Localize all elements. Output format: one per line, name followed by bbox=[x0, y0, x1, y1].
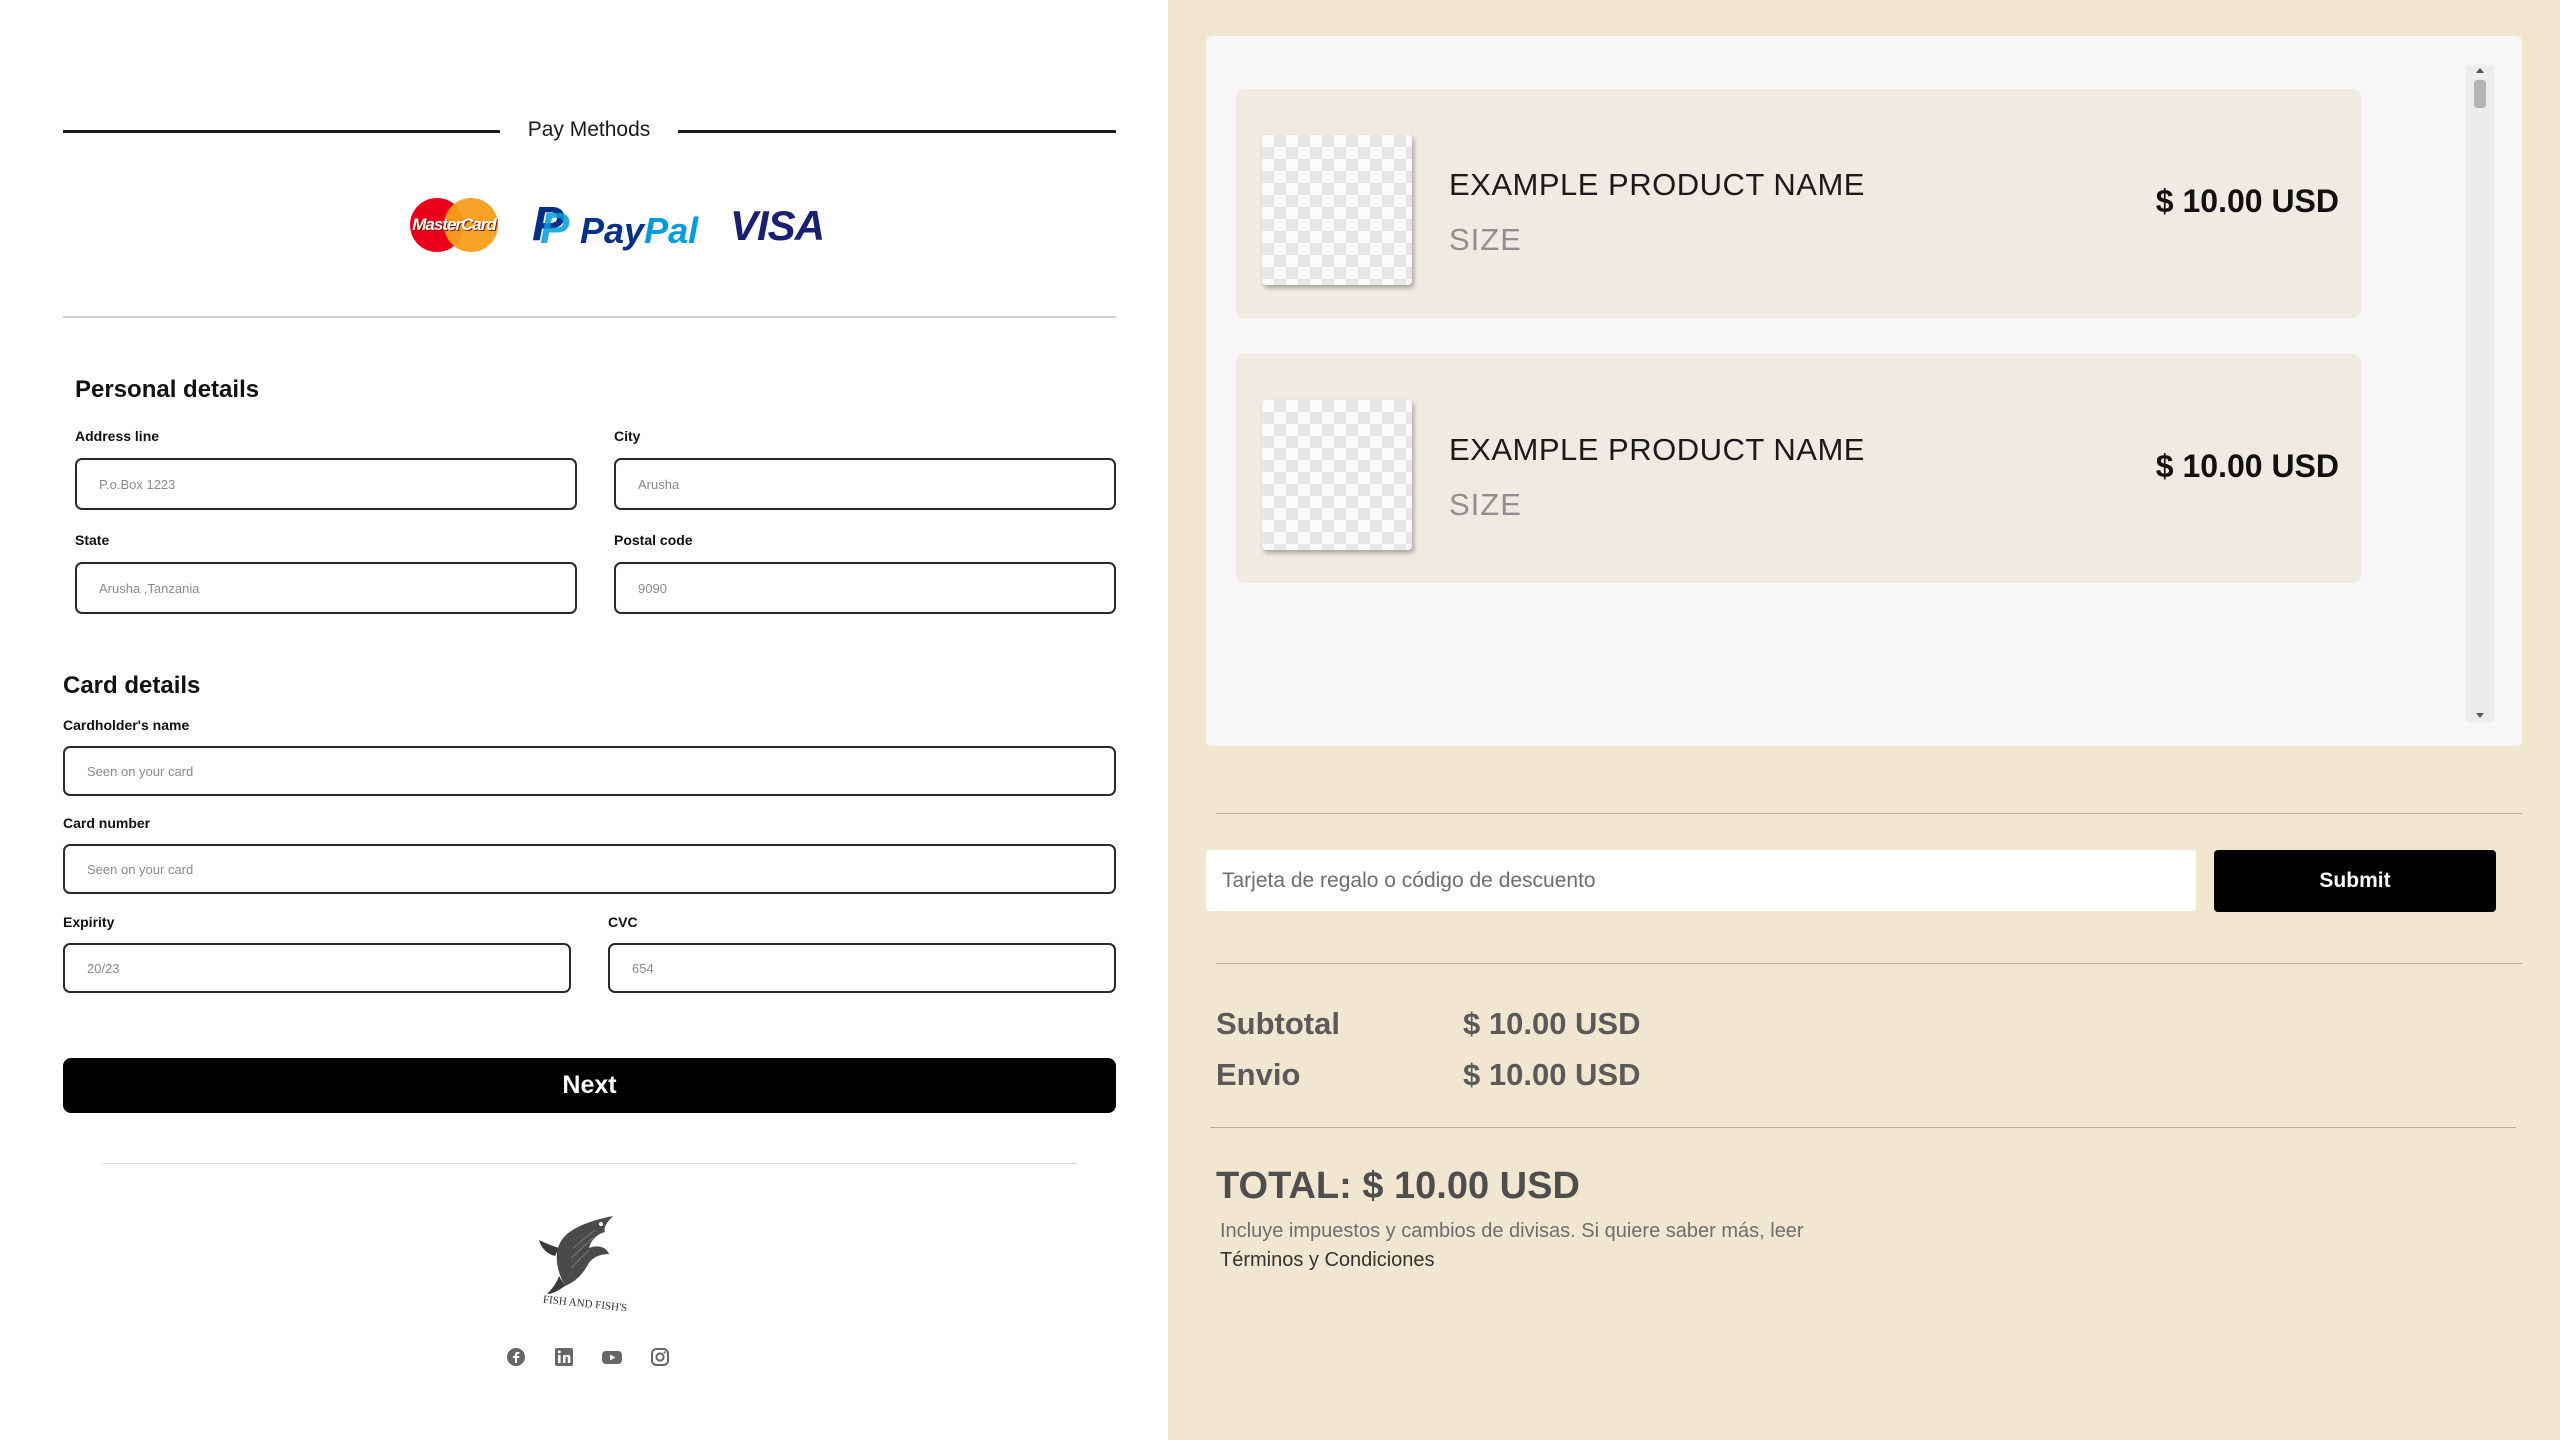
brand-logo[interactable]: FISH AND FISH'S bbox=[535, 1208, 635, 1318]
product-price: $ 10.00 USD bbox=[2155, 448, 2339, 484]
divider bbox=[63, 130, 500, 133]
cvc-field[interactable] bbox=[608, 943, 1116, 993]
card-number-input[interactable] bbox=[87, 861, 1114, 877]
fish-icon bbox=[539, 1216, 613, 1294]
payment-logos: MasterCard PP PayPal VISA bbox=[0, 196, 1168, 256]
card-number-label: Card number bbox=[63, 815, 151, 831]
youtube-icon[interactable] bbox=[601, 1346, 623, 1368]
product-name: EXAMPLE PRODUCT NAME bbox=[1449, 167, 1865, 202]
paypal-logo[interactable]: PP PayPal bbox=[532, 200, 702, 254]
divider bbox=[63, 316, 1116, 318]
state-field[interactable] bbox=[75, 562, 577, 614]
checkout-form-panel: Pay Methods MasterCard PP PayPal VISA Pe… bbox=[0, 0, 1168, 1440]
divider bbox=[1210, 1127, 2516, 1128]
visa-logo[interactable]: VISA bbox=[730, 202, 825, 250]
postal-code-label: Postal code bbox=[614, 532, 693, 548]
city-input[interactable] bbox=[638, 476, 1114, 492]
divider bbox=[102, 1163, 1076, 1164]
linkedin-icon[interactable] bbox=[553, 1346, 575, 1368]
city-field[interactable] bbox=[614, 458, 1116, 510]
facebook-icon[interactable] bbox=[505, 1346, 527, 1368]
cvc-label: CVC bbox=[608, 914, 638, 930]
state-label: State bbox=[75, 532, 110, 548]
discount-field[interactable] bbox=[1206, 850, 2196, 911]
product-price: $ 10.00 USD bbox=[2155, 183, 2339, 219]
scrollbar-thumb[interactable] bbox=[2474, 80, 2486, 108]
scroll-down-icon[interactable] bbox=[2476, 713, 2484, 718]
expiry-input[interactable] bbox=[87, 960, 569, 976]
pay-methods-header: Pay Methods bbox=[63, 118, 1116, 148]
state-input[interactable] bbox=[99, 580, 575, 596]
paypal-logo-text: Pay bbox=[580, 210, 645, 251]
instagram-icon[interactable] bbox=[649, 1346, 671, 1368]
product-name: EXAMPLE PRODUCT NAME bbox=[1449, 432, 1865, 467]
divider bbox=[678, 130, 1116, 133]
cardholder-label: Cardholder's name bbox=[63, 717, 190, 733]
divider bbox=[1216, 963, 2522, 964]
product-image bbox=[1262, 135, 1412, 285]
scroll-up-icon[interactable] bbox=[2476, 68, 2484, 73]
personal-details-title: Personal details bbox=[75, 376, 260, 403]
subtotal-label: Subtotal bbox=[1216, 1006, 1340, 1041]
expiry-field[interactable] bbox=[63, 943, 571, 993]
expiry-label: Expirity bbox=[63, 914, 115, 930]
cardholder-field[interactable] bbox=[63, 746, 1116, 796]
address-input[interactable] bbox=[99, 476, 575, 492]
address-label: Address line bbox=[75, 428, 160, 444]
product-size: SIZE bbox=[1449, 487, 1522, 522]
city-label: City bbox=[614, 428, 641, 444]
product-image bbox=[1262, 400, 1412, 550]
shipping-label: Envio bbox=[1216, 1057, 1301, 1092]
shipping-value: $ 10.00 USD bbox=[1463, 1057, 1641, 1092]
tax-note: Incluye impuestos y cambios de divisas. … bbox=[1220, 1220, 1804, 1242]
pay-methods-title: Pay Methods bbox=[527, 118, 651, 141]
card-number-field[interactable] bbox=[63, 844, 1116, 894]
discount-input[interactable] bbox=[1222, 868, 2196, 893]
cart-list: EXAMPLE PRODUCT NAME SIZE $ 10.00 USD EX… bbox=[1206, 36, 2522, 746]
next-button[interactable]: Next bbox=[63, 1058, 1116, 1113]
cart-item[interactable]: EXAMPLE PRODUCT NAME SIZE $ 10.00 USD bbox=[1236, 354, 2361, 583]
subtotal-value: $ 10.00 USD bbox=[1463, 1006, 1641, 1041]
cvc-input[interactable] bbox=[632, 960, 1114, 976]
address-field[interactable] bbox=[75, 458, 577, 510]
submit-button[interactable]: Submit bbox=[2214, 850, 2496, 912]
card-details-title: Card details bbox=[63, 672, 201, 699]
cart-item[interactable]: EXAMPLE PRODUCT NAME SIZE $ 10.00 USD bbox=[1236, 89, 2361, 318]
order-total: TOTAL: $ 10.00 USD bbox=[1216, 1165, 1580, 1207]
paypal-logo-text: Pal bbox=[644, 210, 699, 251]
cardholder-input[interactable] bbox=[87, 763, 1114, 779]
postal-code-field[interactable] bbox=[614, 562, 1116, 614]
mastercard-logo[interactable]: MasterCard bbox=[410, 198, 498, 252]
postal-code-input[interactable] bbox=[638, 580, 1114, 596]
divider bbox=[1216, 813, 2522, 814]
terms-link[interactable]: Términos y Condiciones bbox=[1220, 1249, 1435, 1272]
cart-scrollbar[interactable] bbox=[2466, 66, 2494, 722]
order-summary-panel: EXAMPLE PRODUCT NAME SIZE $ 10.00 USD EX… bbox=[1168, 0, 2560, 1440]
product-size: SIZE bbox=[1449, 222, 1522, 257]
